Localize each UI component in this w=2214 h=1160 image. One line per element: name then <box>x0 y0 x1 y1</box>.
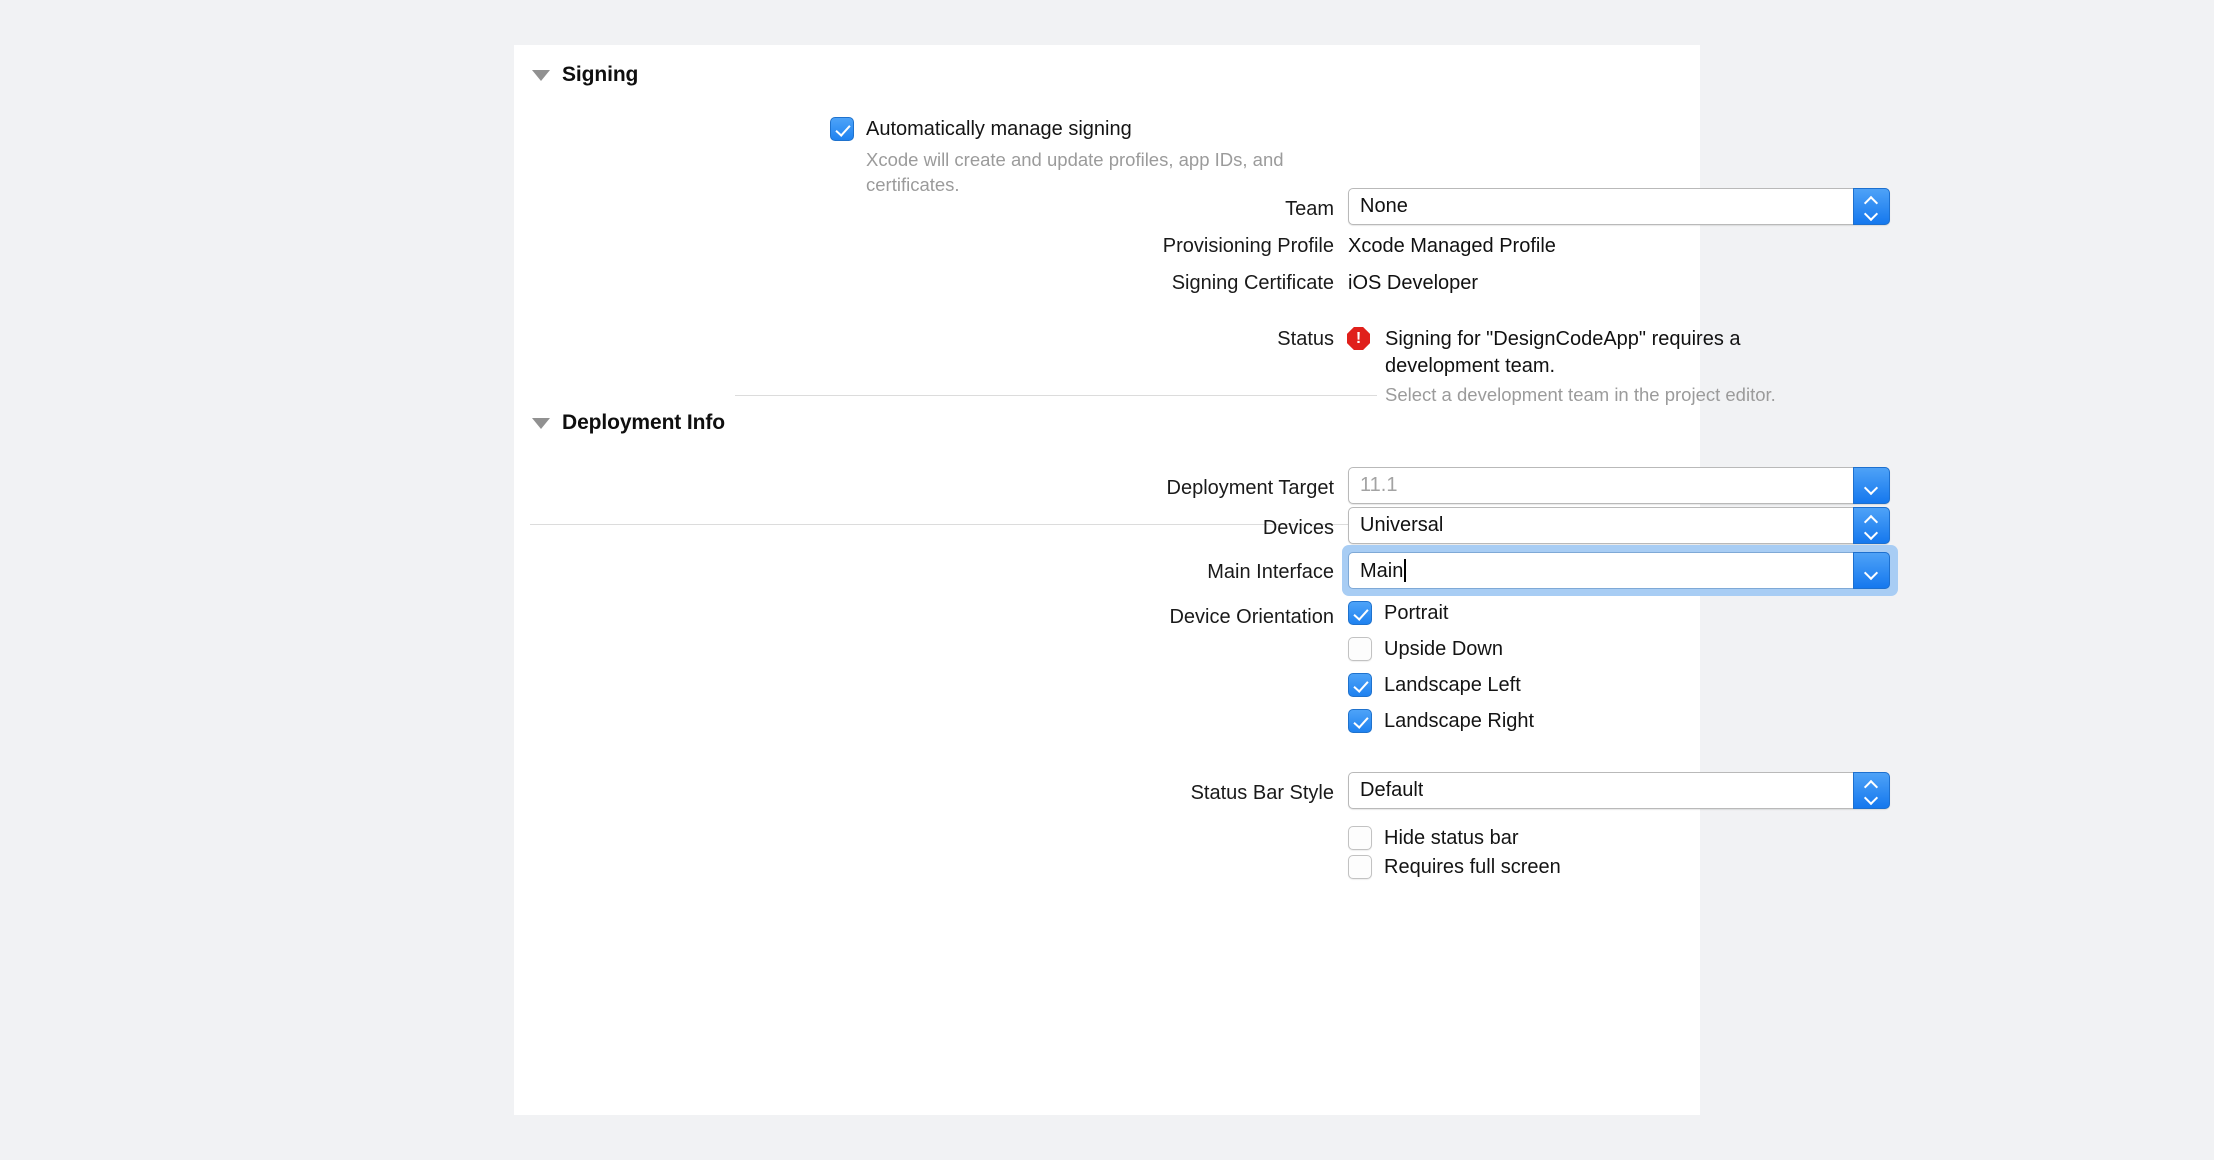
orientation-landscape-left-checkbox[interactable] <box>1348 673 1372 697</box>
disclosure-triangle-open-icon[interactable] <box>532 69 550 81</box>
team-stepper-chevrons-icon[interactable] <box>1853 188 1890 225</box>
section-title-signing: Signing <box>562 63 639 86</box>
main-interface-label: Main Interface <box>1207 561 1334 583</box>
orientation-landscape-right-label: Landscape Right <box>1384 709 1535 732</box>
status-detail-text: Select a development team in the project… <box>1385 384 1776 405</box>
provisioning-profile-label: Provisioning Profile <box>1162 235 1334 257</box>
orientation-portrait-checkbox[interactable] <box>1348 601 1372 625</box>
section-header-deployment-info[interactable]: Deployment Info <box>532 411 725 435</box>
automatically-manage-signing-label: Automatically manage signing <box>866 117 1132 140</box>
signing-certificate-label: Signing Certificate <box>1171 272 1334 294</box>
deployment-target-value: 11.1 <box>1360 474 1398 496</box>
hide-status-bar-checkbox[interactable] <box>1348 826 1372 850</box>
orientation-portrait-row[interactable]: Portrait <box>1348 601 1448 625</box>
main-interface-value-text: Main <box>1360 559 1404 582</box>
team-value: None <box>1360 195 1408 217</box>
status-divider <box>735 395 1377 396</box>
requires-full-screen-checkbox[interactable] <box>1348 855 1372 879</box>
automatically-manage-signing-helper-text: Xcode will create and update profiles, a… <box>866 149 1284 195</box>
orientation-upside-down-label: Upside Down <box>1384 637 1503 660</box>
orientation-landscape-left-row[interactable]: Landscape Left <box>1348 673 1521 697</box>
orientation-landscape-left-label: Landscape Left <box>1384 673 1521 696</box>
status-bar-style-stepper-chevrons-icon[interactable] <box>1853 772 1890 809</box>
status-bar-style-value: Default <box>1360 779 1424 801</box>
text-caret <box>1404 558 1407 582</box>
team-label: Team <box>1285 198 1334 220</box>
main-interface-value: Main <box>1349 558 1407 583</box>
deployment-target-label: Deployment Target <box>1166 477 1335 499</box>
automatically-manage-signing-row[interactable]: Automatically manage signing <box>830 117 1132 141</box>
orientation-landscape-right-checkbox[interactable] <box>1348 709 1372 733</box>
section-header-signing[interactable]: Signing <box>532 63 638 87</box>
main-interface-chevron-down-icon[interactable] <box>1853 552 1890 589</box>
devices-value: Universal <box>1360 514 1444 536</box>
disclosure-triangle-open-icon[interactable] <box>532 417 550 429</box>
deployment-target-chevron-down-icon[interactable] <box>1853 467 1890 504</box>
status-message: Signing for "DesignCodeApp" requires a d… <box>1385 328 1741 377</box>
devices-label: Devices <box>1262 517 1334 539</box>
orientation-portrait-label: Portrait <box>1384 601 1449 624</box>
requires-full-screen-label: Requires full screen <box>1384 855 1561 878</box>
section-title-deployment-info: Deployment Info <box>562 411 726 434</box>
inspector-panel: Signing Automatically manage signing Xco… <box>514 45 1898 1115</box>
devices-popup-button[interactable]: Universal <box>1348 507 1890 544</box>
deployment-target-combo-box[interactable]: 11.1 <box>1348 467 1890 504</box>
device-orientation-label: Device Orientation <box>1169 606 1334 628</box>
automatically-manage-signing-checkbox[interactable] <box>830 117 854 141</box>
error-octagon-icon: ! <box>1347 327 1370 350</box>
status-label: Status <box>1277 328 1334 350</box>
signing-certificate-value: iOS Developer <box>1348 272 1479 294</box>
orientation-upside-down-row[interactable]: Upside Down <box>1348 637 1503 661</box>
orientation-upside-down-checkbox[interactable] <box>1348 637 1372 661</box>
team-popup-button[interactable]: None <box>1348 188 1890 225</box>
status-bar-style-label: Status Bar Style <box>1190 782 1334 804</box>
hide-status-bar-label: Hide status bar <box>1384 826 1519 849</box>
requires-full-screen-row[interactable]: Requires full screen <box>1348 855 1561 879</box>
hide-status-bar-row[interactable]: Hide status bar <box>1348 826 1519 850</box>
devices-stepper-chevrons-icon[interactable] <box>1853 507 1890 544</box>
main-interface-combo-box[interactable]: Main <box>1348 552 1890 589</box>
status-bar-style-popup-button[interactable]: Default <box>1348 772 1890 809</box>
orientation-landscape-right-row[interactable]: Landscape Right <box>1348 709 1534 733</box>
provisioning-profile-value: Xcode Managed Profile <box>1348 235 1556 257</box>
